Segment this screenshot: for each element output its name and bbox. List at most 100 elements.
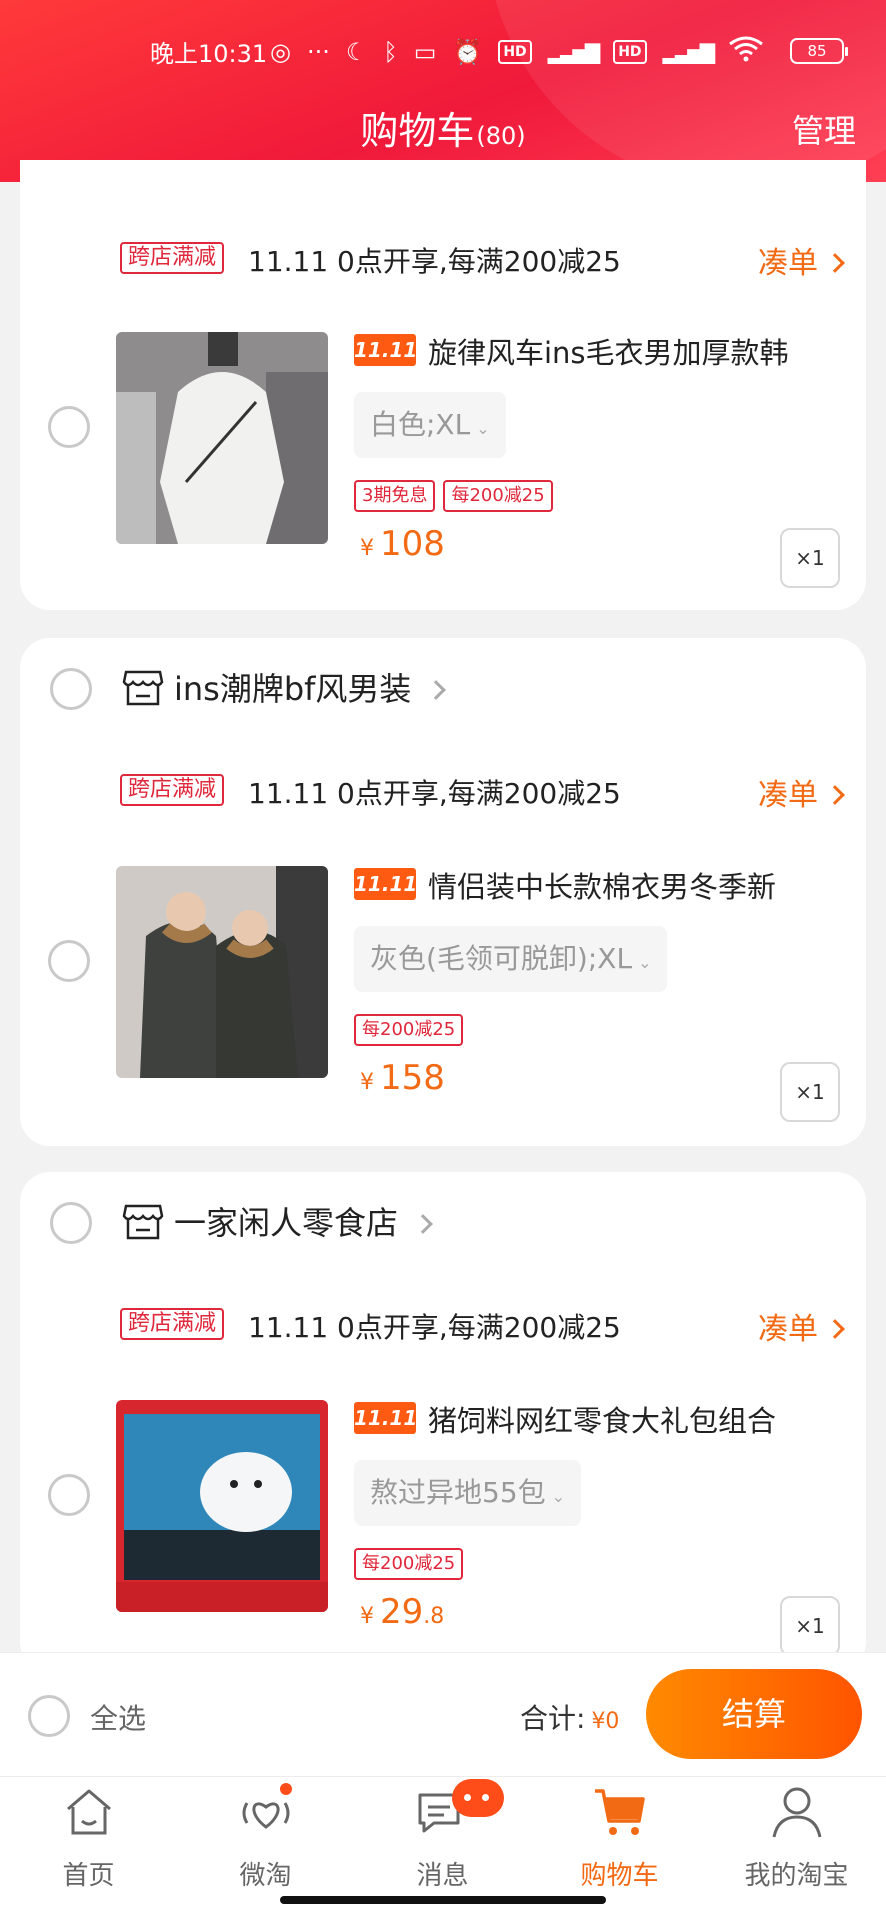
product-title[interactable]: 旋律风车ins毛衣男加厚款韩 <box>428 330 848 372</box>
sku-value: 熬过异地55包 <box>370 1476 546 1509</box>
shop-header: ins潮牌bf风男装 <box>20 638 866 738</box>
status-icons: ◎ ··· ☾ ᛒ ▭ ⏰ HD ▂▃▅▇ HD ▂▃▅▇ <box>270 36 764 68</box>
alarm-icon: ⏰ <box>452 38 483 66</box>
shop-checkbox[interactable] <box>50 668 92 710</box>
bluetooth-icon: ᛒ <box>383 38 398 66</box>
shop-name-link[interactable]: 一家闲人零食店 <box>174 1198 433 1244</box>
item-price: ¥108 <box>360 524 445 564</box>
message-badge-icon <box>452 1779 504 1817</box>
chevron-down-icon: ⌄ <box>476 419 490 438</box>
tab-home[interactable]: 首页 <box>0 1777 177 1920</box>
chevron-down-icon: ⌄ <box>638 953 652 972</box>
hd-icon-2: HD <box>613 40 647 64</box>
headset-icon: ◎ <box>270 38 291 66</box>
promo-tag-discount: 每200减25 <box>354 1014 464 1046</box>
item-checkbox[interactable] <box>48 406 90 448</box>
hd-icon: HD <box>498 40 532 64</box>
more-icon: ··· <box>306 38 330 66</box>
chevron-right-icon <box>825 785 845 805</box>
price-value: 108 <box>380 524 445 564</box>
promo-tags: 3期免息 每200减25 <box>354 480 553 512</box>
promo-row: 跨店满减 11.11 0点开享,每满200减25 凑单 <box>20 768 866 814</box>
promo-tag: 跨店满减 <box>120 1308 225 1340</box>
add-items-label: 凑单 <box>758 1312 818 1347</box>
wifi-icon <box>728 36 764 68</box>
sku-selector[interactable]: 灰色(毛领可脱卸);XL ⌄ <box>354 926 668 992</box>
sku-selector[interactable]: 熬过异地55包 ⌄ <box>354 1460 582 1526</box>
chevron-right-icon <box>825 1319 845 1339</box>
double11-badge: 11.11 <box>354 334 417 366</box>
product-title[interactable]: 猪饲料网红零食大礼包组合 <box>428 1398 848 1440</box>
product-image[interactable] <box>116 866 328 1078</box>
item-checkbox[interactable] <box>48 1474 90 1516</box>
quantity-button[interactable]: ×1 <box>780 528 840 588</box>
currency-symbol: ¥ <box>360 536 374 561</box>
sku-selector[interactable]: 白色;XL ⌄ <box>354 392 506 458</box>
item-checkbox[interactable] <box>48 940 90 982</box>
header: 晚上10:31 ◎ ··· ☾ ᛒ ▭ ⏰ HD ▂▃▅▇ HD ▂▃▅▇ 85… <box>0 0 886 182</box>
promo-tag: 跨店满减 <box>120 242 225 274</box>
shop-card: 一家闲人零食店 跨店满减 11.11 0点开享,每满200减25 凑单 11.1… <box>20 1172 866 1672</box>
shop-checkbox[interactable] <box>50 1202 92 1244</box>
select-all-checkbox[interactable] <box>28 1695 70 1737</box>
promo-tag-installment: 3期免息 <box>354 480 436 512</box>
select-all-label[interactable]: 全选 <box>90 1697 146 1737</box>
price-value: 158 <box>380 1058 445 1098</box>
cart-count: (80) <box>476 122 526 150</box>
tab-profile[interactable]: 我的淘宝 <box>708 1777 885 1920</box>
add-items-link[interactable]: 凑单 <box>758 770 845 814</box>
quantity-button[interactable]: ×1 <box>780 1062 840 1122</box>
currency-symbol: ¥ <box>360 1604 374 1629</box>
notification-dot <box>278 1781 294 1797</box>
cart-icon <box>595 1789 645 1835</box>
promo-text: 11.11 0点开享,每满200减25 <box>248 1311 621 1344</box>
add-items-link[interactable]: 凑单 <box>758 238 845 282</box>
checkout-button[interactable]: 结算 <box>646 1669 862 1759</box>
manage-button[interactable]: 管理 <box>792 106 856 152</box>
tab-label: 我的淘宝 <box>744 1861 849 1891</box>
shop-icon <box>122 1204 164 1240</box>
home-indicator[interactable] <box>280 1896 606 1904</box>
double11-badge: 11.11 <box>354 868 417 900</box>
add-items-link[interactable]: 凑单 <box>758 1304 845 1348</box>
total-price: 合计: ¥0 <box>520 1697 619 1737</box>
promo-tags: 每200减25 <box>354 1014 464 1046</box>
promo-row: 跨店满减 11.11 0点开享,每满200减25 凑单 <box>20 236 866 282</box>
promo-tag: 跨店满减 <box>120 774 225 806</box>
signal-icon-2: ▂▃▅▇ <box>662 40 716 64</box>
chevron-right-icon <box>825 253 845 273</box>
tab-label: 购物车 <box>580 1861 659 1891</box>
item-price: ¥158 <box>360 1058 445 1098</box>
total-amount: ¥0 <box>591 1709 620 1734</box>
currency-symbol: ¥ <box>360 1070 374 1095</box>
sku-value: 灰色(毛领可脱卸);XL <box>370 942 633 975</box>
page-title: 购物车(80) <box>0 100 886 155</box>
chevron-right-icon <box>413 1214 433 1234</box>
moon-icon: ☾ <box>345 38 368 66</box>
vibrate-icon: ▭ <box>413 38 437 66</box>
tab-label: 微淘 <box>239 1861 292 1891</box>
battery-icon: 85 <box>790 38 848 64</box>
promo-row: 跨店满减 11.11 0点开享,每满200减25 凑单 <box>20 1302 866 1348</box>
shop-card: 跨店满减 11.11 0点开享,每满200减25 凑单 11.11 旋律风车in… <box>20 160 866 610</box>
total-label: 合计: <box>520 1702 586 1735</box>
shop-icon <box>122 670 164 706</box>
product-title[interactable]: 情侣装中长款棉衣男冬季新 <box>428 864 848 906</box>
shop-name: ins潮牌bf风男装 <box>174 670 412 708</box>
shop-card: ins潮牌bf风男装 跨店满减 11.11 0点开享,每满200减25 凑单 1… <box>20 638 866 1146</box>
page-title-text: 购物车 <box>360 109 475 153</box>
price-decimal: .8 <box>423 1604 445 1629</box>
product-image[interactable] <box>116 332 328 544</box>
shop-name-link[interactable]: ins潮牌bf风男装 <box>174 664 447 710</box>
item-price: ¥29.8 <box>360 1592 444 1632</box>
sku-value: 白色;XL <box>370 408 471 441</box>
promo-tags: 每200减25 <box>354 1548 464 1580</box>
checkout-bar: 全选 合计: ¥0 结算 <box>0 1652 886 1776</box>
signal-icon: ▂▃▅▇ <box>547 40 601 64</box>
product-image[interactable] <box>116 1400 328 1612</box>
quantity-button[interactable]: ×1 <box>780 1596 840 1656</box>
promo-tag-discount: 每200减25 <box>354 1548 464 1580</box>
status-bar: 晚上10:31 ◎ ··· ☾ ᛒ ▭ ⏰ HD ▂▃▅▇ HD ▂▃▅▇ 85 <box>0 32 886 72</box>
cart-item: 11.11 旋律风车ins毛衣男加厚款韩 白色;XL ⌄ 3期免息 每200减25… <box>20 330 866 588</box>
promo-tag-discount: 每200减25 <box>443 480 553 512</box>
